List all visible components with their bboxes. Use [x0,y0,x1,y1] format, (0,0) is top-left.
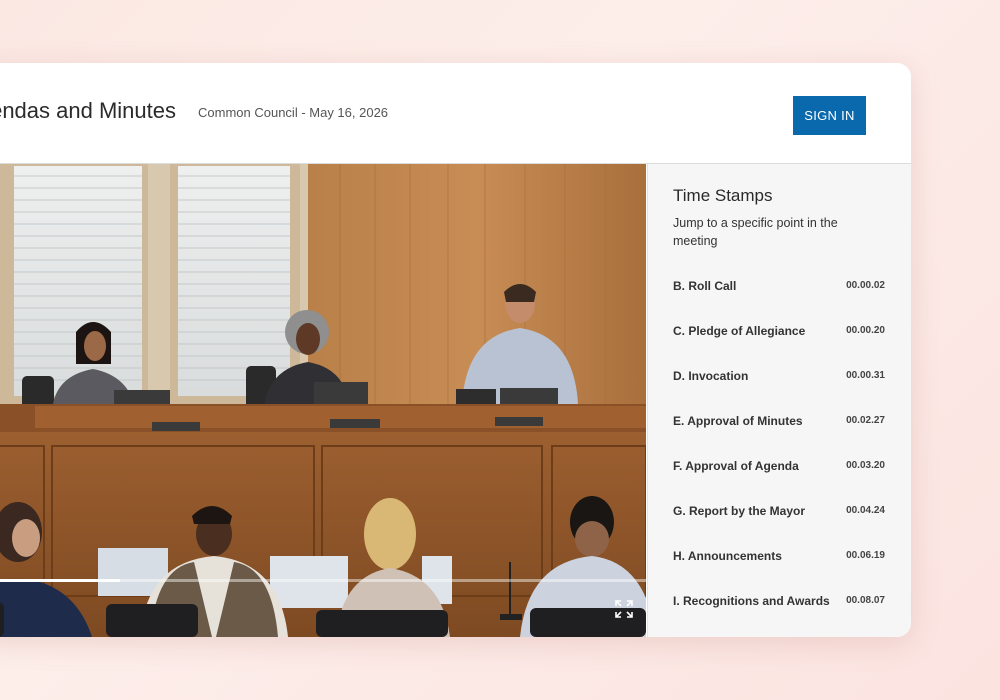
timestamps-subtitle: Jump to a specific point in the meeting [673,216,838,248]
video-progress-fill [0,579,120,582]
page-header: Agendas and Minutes Common Council - May… [0,63,911,164]
meeting-card: Agendas and Minutes Common Council - May… [0,63,911,637]
timestamp-label: H. Announcements [673,549,782,563]
timestamp-label: C. Pledge of Allegiance [673,324,806,338]
timestamp-item[interactable]: B. Roll Call 00.00.02 [673,276,885,321]
timestamp-label: F. Approval of Agenda [673,459,799,473]
timestamp-time: 00.00.31 [846,370,885,381]
timestamp-item[interactable]: I. Recognitions and Awards 00.08.07 [673,591,885,636]
timestamp-time: 00.06.19 [846,550,885,561]
meeting-subtitle: Common Council - May 16, 2026 [198,105,389,120]
timestamps-sidebar: Time Stamps Jump to a specific point in … [647,164,911,637]
video-progress-track[interactable] [0,579,646,582]
timestamp-time: 00.04.24 [846,505,885,516]
timestamp-label: G. Report by the Mayor [673,504,806,518]
timestamp-item[interactable]: C. Pledge of Allegiance 00.00.20 [673,321,885,366]
timestamp-label: E. Approval of Minutes [673,414,803,428]
timestamp-label: I. Recognitions and Awards [673,594,830,608]
fullscreen-icon[interactable] [614,599,634,619]
timestamp-time: 00.08.07 [846,595,885,606]
timestamp-time: 00.00.02 [846,280,885,291]
timestamp-item[interactable]: E. Approval of Minutes 00.02.27 [673,411,885,456]
timestamp-time: 00.03.20 [846,460,885,471]
page-title: Agendas and Minutes [0,98,176,123]
timestamp-item[interactable]: H. Announcements 00.06.19 [673,546,885,591]
timestamp-time: 00.00.20 [846,325,885,336]
sign-in-button[interactable]: SIGN IN [793,96,866,135]
timestamps-title: Time Stamps [673,186,773,205]
timestamp-time: 00.02.27 [846,415,885,426]
timestamp-label: B. Roll Call [673,279,737,293]
video-player[interactable] [0,164,646,637]
timestamp-label: D. Invocation [673,369,749,383]
timestamp-item[interactable]: D. Invocation 00.00.31 [673,366,885,411]
timestamps-list: B. Roll Call 00.00.02 C. Pledge of Allegia… [673,276,885,636]
timestamp-item[interactable]: G. Report by the Mayor 00.04.24 [673,501,885,546]
meeting-video-frame [0,164,646,637]
timestamp-item[interactable]: F. Approval of Agenda 00.03.20 [673,456,885,501]
